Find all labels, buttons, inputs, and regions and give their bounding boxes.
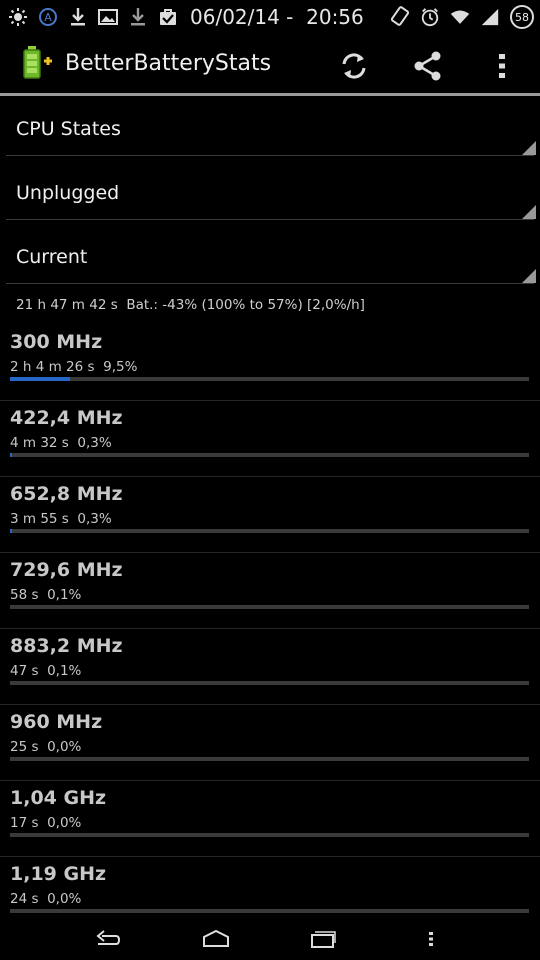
spinner-label: Unplugged	[16, 182, 120, 204]
cpu-time-percent: 2 h 4 m 26 s 9,5%	[10, 359, 138, 375]
home-icon[interactable]	[196, 924, 236, 954]
spinner-underline	[6, 155, 534, 156]
navigation-bar	[0, 916, 540, 960]
cpu-time-percent: 17 s 0,0%	[10, 815, 82, 831]
stat-end-spinner[interactable]: Current	[6, 226, 536, 284]
cpu-frequency: 960 MHz	[10, 711, 103, 733]
spinner-underline	[6, 219, 534, 220]
cpu-time-percent: 25 s 0,0%	[10, 739, 82, 755]
rotate-icon	[390, 6, 410, 27]
usage-bar-fill	[10, 529, 13, 533]
usage-bar-track	[10, 681, 529, 685]
action-bar-divider	[0, 93, 540, 96]
cpu-frequency: 883,2 MHz	[10, 635, 123, 657]
cpu-time-percent: 4 m 32 s 0,3%	[10, 435, 112, 451]
battery-level-badge: 58	[510, 5, 534, 29]
cpu-state-row[interactable]: 300 MHz 2 h 4 m 26 s 9,5%	[0, 325, 540, 401]
cpu-state-row[interactable]: 422,4 MHz 4 m 32 s 0,3%	[0, 401, 540, 477]
usage-bar-fill	[10, 377, 70, 381]
spinner-label: Current	[16, 246, 88, 268]
usage-bar-track	[10, 453, 529, 457]
cpu-time-percent: 47 s 0,1%	[10, 663, 82, 679]
brightness-icon	[8, 7, 28, 27]
cpu-time-percent: 3 m 55 s 0,3%	[10, 511, 112, 527]
cpu-state-row[interactable]: 729,6 MHz 58 s 0,1%	[0, 553, 540, 629]
overflow-menu-icon[interactable]	[482, 46, 522, 86]
back-icon[interactable]	[88, 924, 128, 954]
dropdown-triangle-icon	[522, 141, 536, 155]
wifi-icon	[450, 7, 470, 27]
usage-bar-track	[10, 757, 529, 761]
cpu-time-percent: 24 s 0,0%	[10, 891, 82, 907]
cpu-frequency: 1,04 GHz	[10, 787, 107, 809]
battery-app-icon	[22, 46, 52, 80]
cpu-state-row[interactable]: 960 MHz 25 s 0,0%	[0, 705, 540, 781]
stat-reference-spinner[interactable]: Unplugged	[6, 162, 536, 220]
app-title: BetterBatteryStats	[65, 51, 272, 76]
usage-bar-track	[10, 377, 529, 381]
download-icon	[128, 7, 148, 27]
cpu-state-row[interactable]: 652,8 MHz 3 m 55 s 0,3%	[0, 477, 540, 553]
stat-type-spinner[interactable]: CPU States	[6, 98, 536, 156]
refresh-icon[interactable]	[334, 46, 374, 86]
dropdown-triangle-icon	[522, 205, 536, 219]
dropdown-triangle-icon	[522, 269, 536, 283]
cpu-state-row[interactable]: 1,04 GHz 17 s 0,0%	[0, 781, 540, 857]
menu-icon[interactable]	[411, 924, 451, 954]
cpu-frequency: 652,8 MHz	[10, 483, 123, 505]
action-bar: BetterBatteryStats	[0, 34, 540, 94]
alarm-icon	[420, 7, 440, 27]
usage-bar-track	[10, 833, 529, 837]
cpu-time-percent: 58 s 0,1%	[10, 587, 82, 603]
stats-summary: 21 h 47 m 42 s Bat.: -43% (100% to 57%) …	[16, 297, 365, 313]
cpu-frequency: 1,19 GHz	[10, 863, 107, 885]
cpu-frequency: 422,4 MHz	[10, 407, 123, 429]
cpu-frequency: 300 MHz	[10, 331, 103, 353]
spinner-label: CPU States	[16, 118, 121, 140]
a-circle-icon: A	[38, 7, 58, 27]
usage-bar-track	[10, 909, 529, 913]
status-bar: A 06/02/14 - 20:56 58	[0, 0, 540, 34]
cpu-frequency: 729,6 MHz	[10, 559, 123, 581]
svg-text:A: A	[44, 11, 52, 24]
usage-bar-track	[10, 605, 529, 609]
share-icon[interactable]	[408, 46, 448, 86]
usage-bar-track	[10, 529, 529, 533]
cpu-state-row[interactable]: 883,2 MHz 47 s 0,1%	[0, 629, 540, 705]
status-datetime: 06/02/14 - 20:56	[190, 5, 364, 29]
image-icon	[98, 7, 118, 27]
signal-icon	[480, 7, 500, 27]
download-icon	[68, 7, 88, 27]
recent-apps-icon[interactable]	[303, 924, 343, 954]
spinner-underline	[6, 283, 534, 284]
checkbox-bag-icon	[158, 7, 178, 27]
usage-bar-fill	[10, 453, 13, 457]
